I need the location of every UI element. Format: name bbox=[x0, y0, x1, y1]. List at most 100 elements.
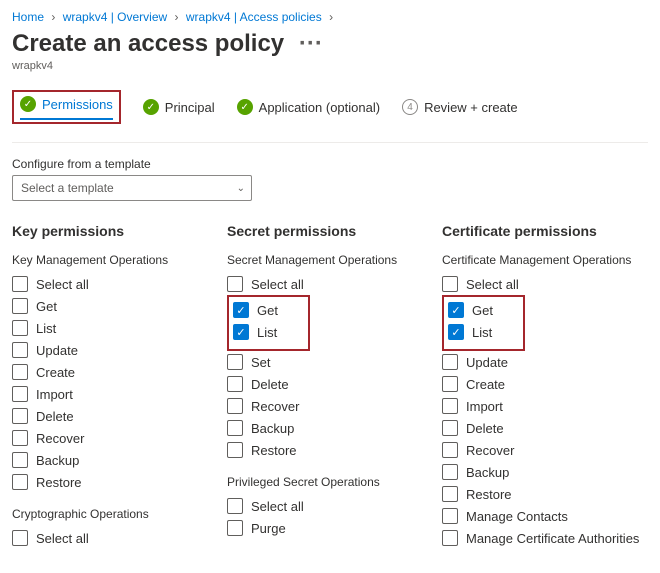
checkbox-icon[interactable] bbox=[448, 324, 464, 340]
checkbox-row-import[interactable]: Import bbox=[12, 383, 227, 405]
checkbox-row-backup[interactable]: Backup bbox=[12, 449, 227, 471]
checkbox-icon[interactable] bbox=[12, 276, 28, 292]
more-icon[interactable]: ··· bbox=[299, 30, 323, 57]
checkbox-row-restore[interactable]: Restore bbox=[442, 483, 657, 505]
checkbox-label: Backup bbox=[251, 421, 294, 436]
checkbox-icon[interactable] bbox=[12, 452, 28, 468]
key-permissions-column: Key permissions Key Management Operation… bbox=[12, 223, 227, 563]
checkbox-row-list[interactable]: List bbox=[12, 317, 227, 339]
secret-heading: Secret permissions bbox=[227, 223, 442, 239]
breadcrumb-access-policies[interactable]: wrapkv4 | Access policies bbox=[186, 10, 322, 24]
checkbox-label: Get bbox=[472, 303, 493, 318]
cert-select-all[interactable]: Select all bbox=[442, 273, 657, 295]
checkbox-label: Backup bbox=[36, 453, 79, 468]
secret-select-all[interactable]: Select all bbox=[227, 273, 442, 295]
key-mgmt-label: Key Management Operations bbox=[12, 253, 227, 267]
checkbox-row-backup[interactable]: Backup bbox=[227, 417, 442, 439]
page-subtitle: wrapkv4 bbox=[12, 60, 648, 72]
checkbox-row-recover[interactable]: Recover bbox=[442, 439, 657, 461]
checkbox-row-get[interactable]: Get bbox=[448, 299, 493, 321]
breadcrumb-home[interactable]: Home bbox=[12, 10, 44, 24]
page-title: Create an access policy ··· bbox=[12, 30, 648, 58]
checkbox-icon[interactable] bbox=[12, 474, 28, 490]
checkbox-row-update[interactable]: Update bbox=[442, 351, 657, 373]
checkbox-label: List bbox=[472, 325, 492, 340]
checkbox-icon[interactable] bbox=[233, 324, 249, 340]
checkbox-label: Delete bbox=[251, 377, 289, 392]
checkbox-icon[interactable] bbox=[442, 486, 458, 502]
step-application[interactable]: ✓ Application (optional) bbox=[237, 99, 380, 115]
checkbox-icon[interactable] bbox=[12, 386, 28, 402]
checkbox-icon[interactable] bbox=[12, 342, 28, 358]
chevron-right-icon: › bbox=[175, 10, 179, 24]
checkbox-row-backup[interactable]: Backup bbox=[442, 461, 657, 483]
checkbox-icon[interactable] bbox=[12, 320, 28, 336]
checkbox-icon[interactable] bbox=[233, 302, 249, 318]
checkbox-row-recover[interactable]: Recover bbox=[227, 395, 442, 417]
checkbox-icon[interactable] bbox=[448, 302, 464, 318]
checkbox-row-manage-certificate-authorities[interactable]: Manage Certificate Authorities bbox=[442, 527, 657, 549]
secret-priv-select-all[interactable]: Select all bbox=[227, 495, 442, 517]
checkbox-label: Get bbox=[257, 303, 278, 318]
checkbox-row-get[interactable]: Get bbox=[233, 299, 278, 321]
chevron-right-icon: › bbox=[51, 10, 55, 24]
checkbox-icon[interactable] bbox=[227, 498, 243, 514]
template-label: Configure from a template bbox=[12, 157, 648, 171]
key-select-all[interactable]: Select all bbox=[12, 273, 227, 295]
checkbox-label: Create bbox=[466, 377, 505, 392]
checkbox-icon[interactable] bbox=[227, 442, 243, 458]
wizard-steps: ✓ Permissions ✓ Principal ✓ Application … bbox=[12, 90, 648, 124]
checkbox-row-purge[interactable]: Purge bbox=[227, 517, 442, 539]
checkbox-icon[interactable] bbox=[227, 520, 243, 536]
checkbox-row-manage-contacts[interactable]: Manage Contacts bbox=[442, 505, 657, 527]
checkbox-icon[interactable] bbox=[12, 364, 28, 380]
step-review[interactable]: 4 Review + create bbox=[402, 99, 518, 115]
step-principal[interactable]: ✓ Principal bbox=[143, 99, 215, 115]
checkbox-row-restore[interactable]: Restore bbox=[12, 471, 227, 493]
checkbox-icon[interactable] bbox=[227, 398, 243, 414]
checkbox-row-delete[interactable]: Delete bbox=[442, 417, 657, 439]
checkbox-row-delete[interactable]: Delete bbox=[12, 405, 227, 427]
check-icon: ✓ bbox=[20, 96, 36, 112]
checkbox-row-set[interactable]: Set bbox=[227, 351, 442, 373]
checkbox-icon[interactable] bbox=[442, 442, 458, 458]
checkbox-icon[interactable] bbox=[227, 354, 243, 370]
checkbox-row-list[interactable]: List bbox=[448, 321, 493, 343]
checkbox-label: Restore bbox=[251, 443, 297, 458]
checkbox-label: List bbox=[257, 325, 277, 340]
checkbox-row-get[interactable]: Get bbox=[12, 295, 227, 317]
checkbox-row-delete[interactable]: Delete bbox=[227, 373, 442, 395]
checkbox-icon[interactable] bbox=[442, 376, 458, 392]
checkbox-icon[interactable] bbox=[442, 464, 458, 480]
checkbox-label: Select all bbox=[251, 277, 304, 292]
checkbox-icon[interactable] bbox=[12, 430, 28, 446]
checkbox-icon[interactable] bbox=[442, 420, 458, 436]
step-permissions[interactable]: ✓ Permissions bbox=[20, 96, 113, 120]
checkbox-label: Recover bbox=[251, 399, 299, 414]
checkbox-icon[interactable] bbox=[12, 530, 28, 546]
checkbox-row-list[interactable]: List bbox=[233, 321, 278, 343]
secret-mgmt-label: Secret Management Operations bbox=[227, 253, 442, 267]
checkbox-label: List bbox=[36, 321, 56, 336]
checkbox-icon[interactable] bbox=[227, 276, 243, 292]
checkbox-row-update[interactable]: Update bbox=[12, 339, 227, 361]
key-crypto-select-all[interactable]: Select all bbox=[12, 527, 227, 549]
breadcrumb-overview[interactable]: wrapkv4 | Overview bbox=[63, 10, 167, 24]
checkbox-icon[interactable] bbox=[442, 398, 458, 414]
checkbox-icon[interactable] bbox=[442, 530, 458, 546]
checkbox-row-recover[interactable]: Recover bbox=[12, 427, 227, 449]
checkbox-label: Manage Contacts bbox=[466, 509, 568, 524]
checkbox-row-restore[interactable]: Restore bbox=[227, 439, 442, 461]
checkbox-row-create[interactable]: Create bbox=[442, 373, 657, 395]
checkbox-row-import[interactable]: Import bbox=[442, 395, 657, 417]
checkbox-icon[interactable] bbox=[442, 508, 458, 524]
checkbox-icon[interactable] bbox=[12, 298, 28, 314]
template-select[interactable]: Select a template ⌄ bbox=[12, 175, 252, 201]
checkbox-icon[interactable] bbox=[227, 376, 243, 392]
checkbox-row-create[interactable]: Create bbox=[12, 361, 227, 383]
checkbox-label: Recover bbox=[466, 443, 514, 458]
checkbox-icon[interactable] bbox=[442, 354, 458, 370]
checkbox-icon[interactable] bbox=[442, 276, 458, 292]
checkbox-icon[interactable] bbox=[12, 408, 28, 424]
checkbox-icon[interactable] bbox=[227, 420, 243, 436]
